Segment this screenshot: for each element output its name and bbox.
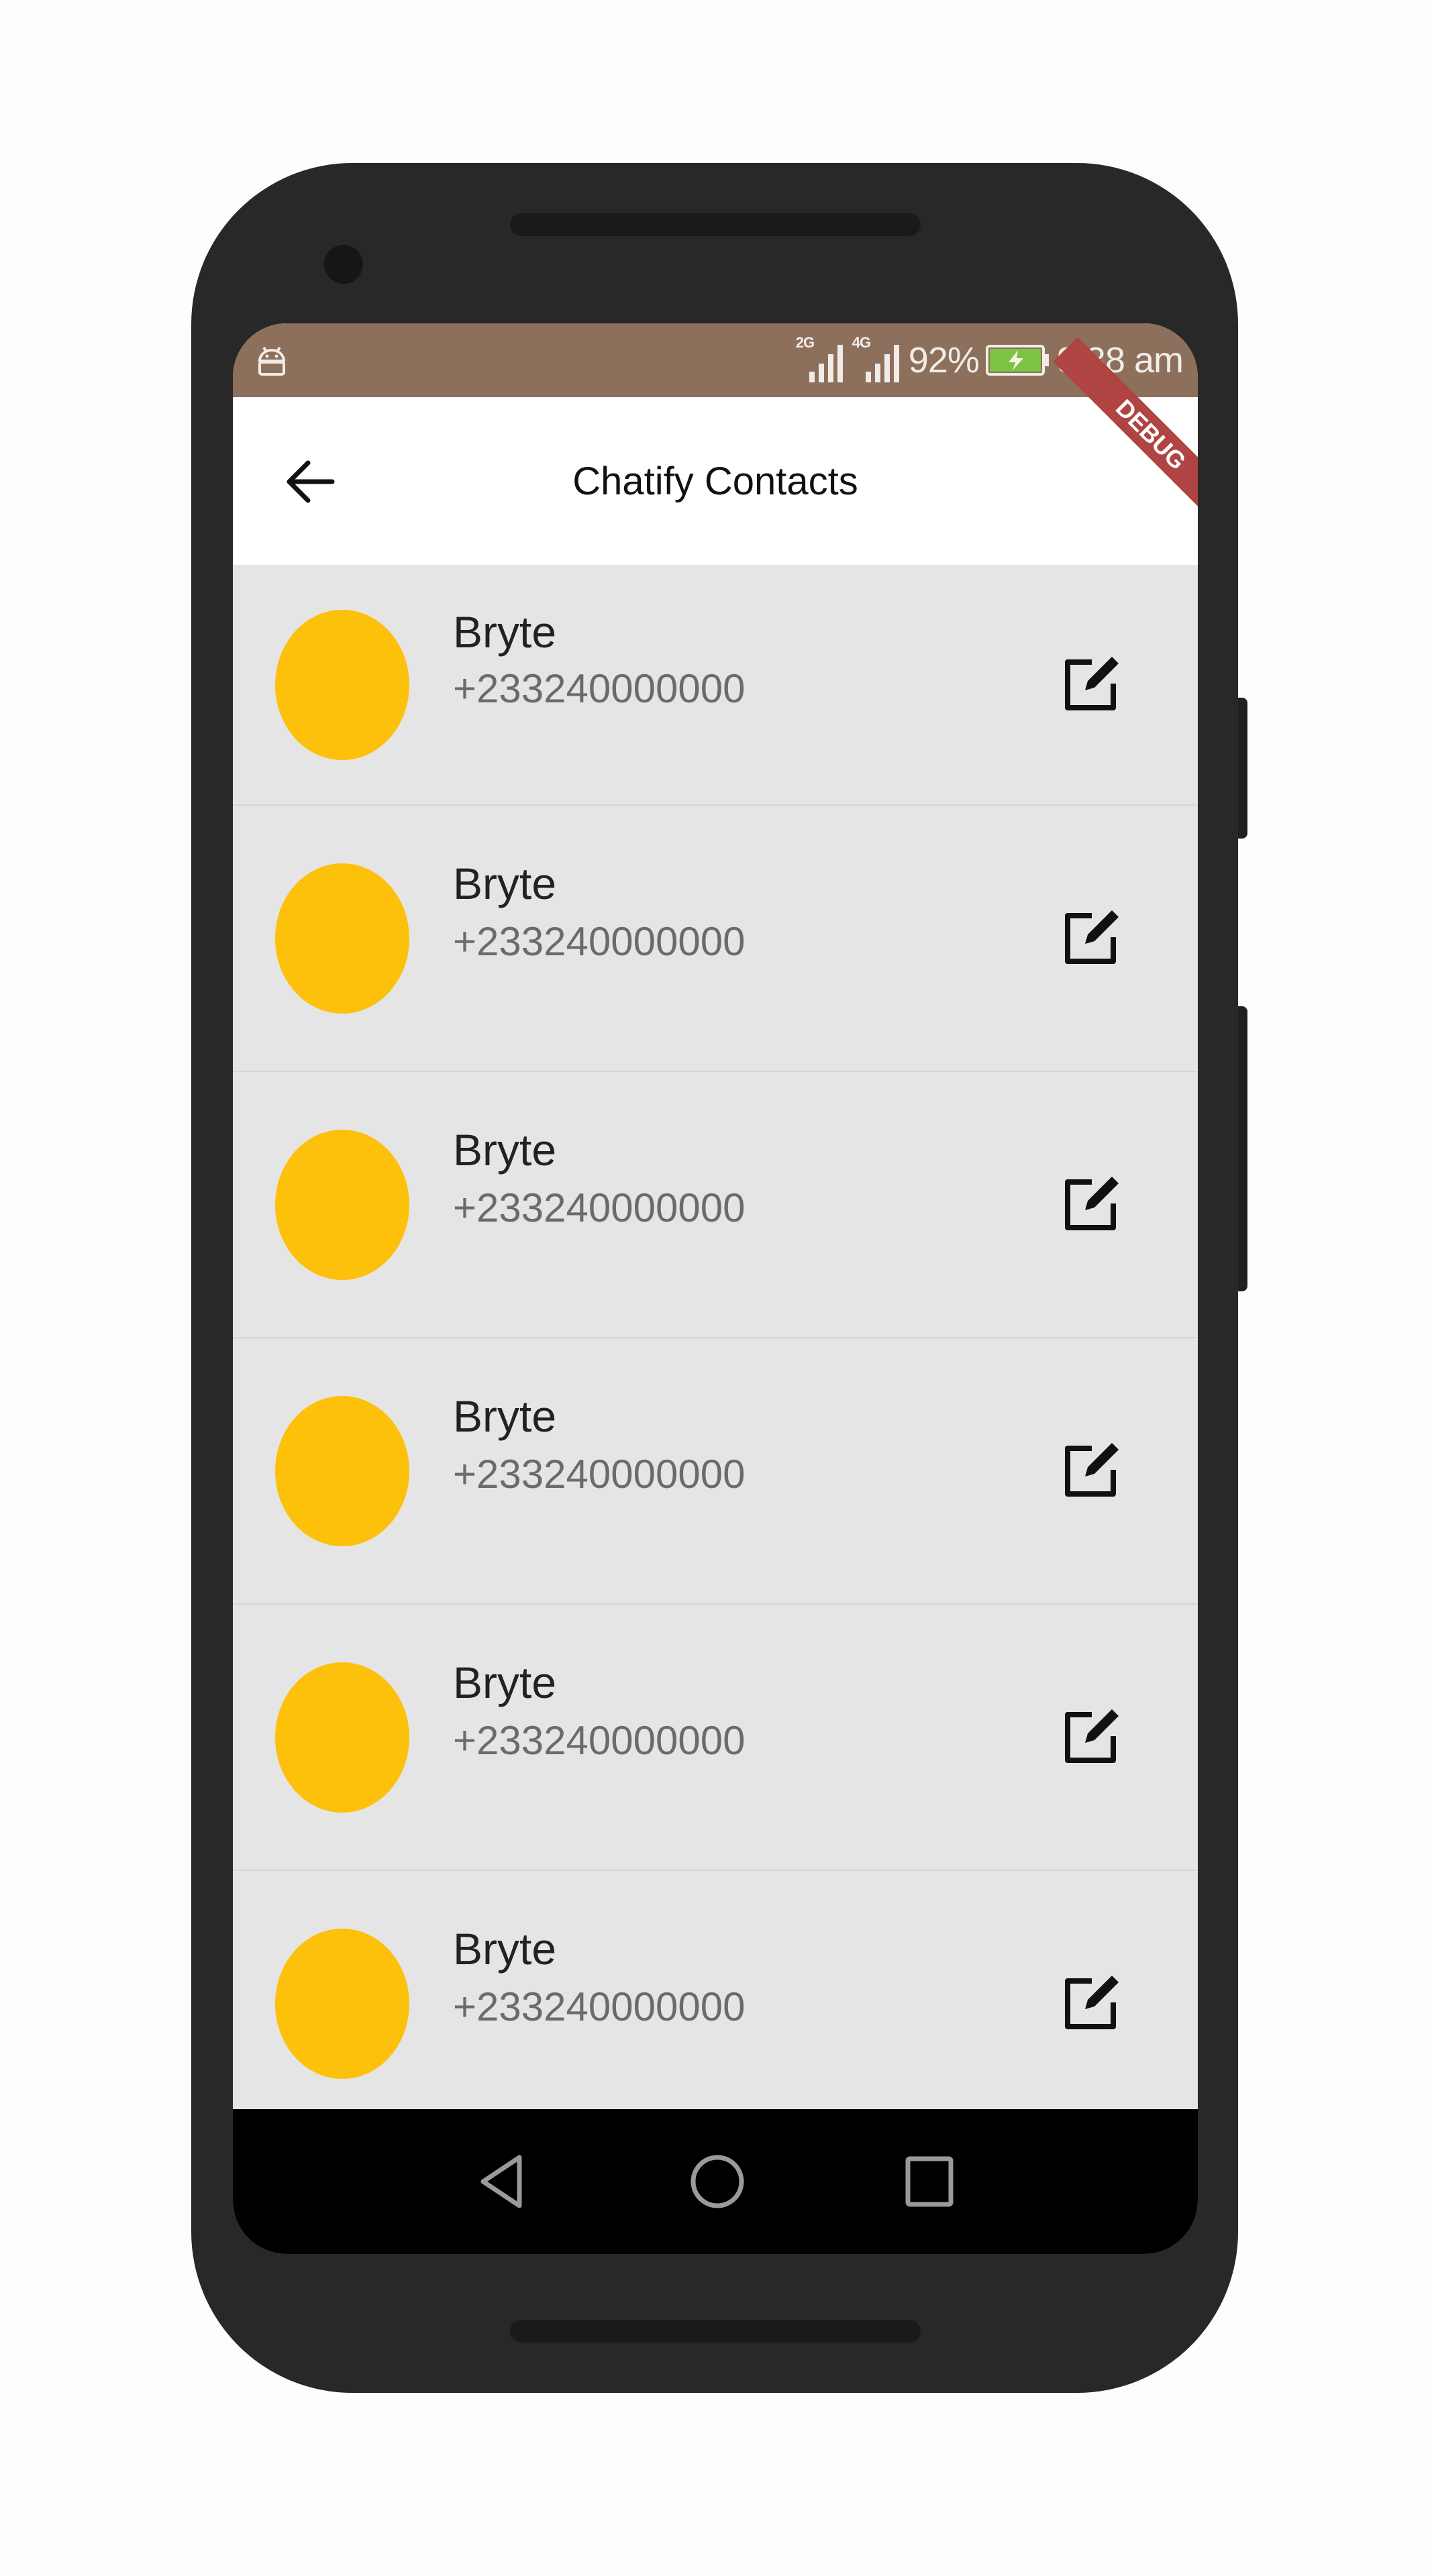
nav-recents-icon[interactable]: [897, 2148, 964, 2215]
power-button: [1238, 1006, 1247, 1291]
contact-phone: +233240000000: [453, 1984, 746, 2029]
front-camera: [324, 245, 363, 284]
contact-phone: +233240000000: [453, 666, 746, 711]
contact-name: Bryte: [453, 1125, 557, 1175]
screen: 2G 4G 92% 9:38 am Chatify Contacts DEBUG…: [233, 323, 1198, 2254]
edit-icon[interactable]: [1058, 1439, 1123, 1503]
contact-name: Bryte: [453, 1924, 557, 1974]
list-item[interactable]: Bryte +233240000000: [233, 1871, 1198, 2137]
page-title: Chatify Contacts: [572, 459, 858, 503]
avatar: [275, 609, 409, 760]
contact-phone: +233240000000: [453, 1185, 746, 1230]
nav-home-icon[interactable]: [684, 2148, 751, 2215]
volume-button: [1238, 698, 1247, 839]
edit-icon[interactable]: [1058, 906, 1123, 971]
avatar: [275, 1662, 409, 1813]
signal-4g: 4G: [852, 334, 902, 384]
earpiece-speaker: [510, 213, 921, 236]
nav-back-icon[interactable]: [471, 2148, 538, 2215]
list-item[interactable]: Bryte +233240000000: [233, 806, 1198, 1072]
system-nav-bar: [233, 2109, 1198, 2254]
status-bar: 2G 4G 92% 9:38 am: [233, 323, 1198, 397]
contact-name: Bryte: [453, 1658, 557, 1707]
battery-charging-icon: [985, 345, 1049, 376]
list-item[interactable]: Bryte +233240000000: [233, 1605, 1198, 1871]
avatar: [275, 1129, 409, 1280]
edit-icon[interactable]: [1058, 653, 1123, 717]
contact-name: Bryte: [453, 859, 557, 908]
app-bar: Chatify Contacts DEBUG: [233, 337, 1198, 565]
contact-phone: +233240000000: [453, 1718, 746, 1763]
signal-2g: 2G: [795, 334, 846, 384]
list-item[interactable]: Bryte +233240000000: [233, 565, 1198, 806]
avatar: [275, 863, 409, 1014]
edit-icon[interactable]: [1058, 1972, 1123, 2036]
contact-phone: +233240000000: [453, 919, 746, 964]
bottom-speaker: [510, 2320, 921, 2343]
network-type-label: 2G: [795, 334, 815, 351]
contact-list: Bryte +233240000000 Bryte +233240000000 …: [233, 565, 1198, 2137]
android-icon: [258, 346, 286, 376]
edit-icon[interactable]: [1058, 1173, 1123, 1237]
list-item[interactable]: Bryte +233240000000: [233, 1072, 1198, 1338]
battery-percent: 92%: [908, 340, 980, 380]
contact-name: Bryte: [453, 607, 557, 657]
edit-icon[interactable]: [1058, 1705, 1123, 1770]
avatar: [275, 1395, 409, 1546]
contact-phone: +233240000000: [453, 1452, 746, 1497]
avatar: [275, 1928, 409, 2079]
network-type-label: 4G: [852, 334, 871, 351]
list-item[interactable]: Bryte +233240000000: [233, 1338, 1198, 1605]
contact-name: Bryte: [453, 1391, 557, 1441]
